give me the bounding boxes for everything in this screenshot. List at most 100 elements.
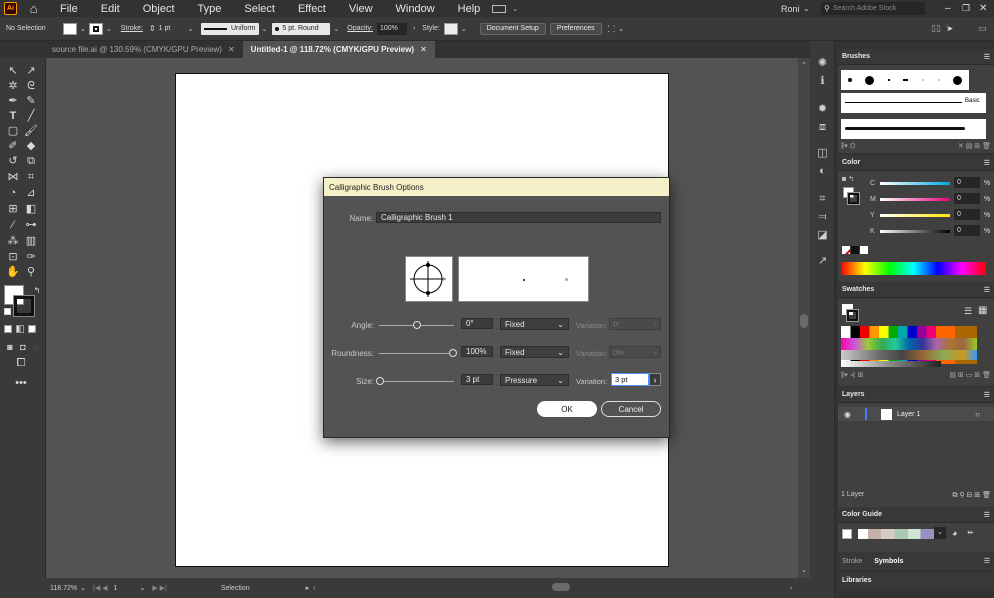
opacity-label[interactable]: Opacity: xyxy=(347,25,373,32)
last-artboard-icon[interactable]: ▶ ▶| xyxy=(152,584,167,592)
brush-preset-light[interactable] xyxy=(922,79,925,81)
white-swatch[interactable] xyxy=(860,246,868,254)
yellow-value[interactable]: 0 xyxy=(954,209,980,220)
blend-tool-icon[interactable]: ⊶ xyxy=(24,218,38,232)
swatch-grid-row-3[interactable] xyxy=(841,350,977,360)
black-swatch[interactable] xyxy=(851,246,859,254)
search-input[interactable]: Search Adobe Stock xyxy=(833,5,896,12)
panel-title[interactable]: Layers xyxy=(842,391,865,398)
panel-menu-icon[interactable]: ☰ xyxy=(984,286,990,294)
basic-brush-row[interactable]: Basic xyxy=(841,93,986,113)
close-tab-icon[interactable]: ✕ xyxy=(420,45,427,54)
column-graph-tool-icon[interactable]: ▥ xyxy=(24,234,38,248)
menu-select[interactable]: Select xyxy=(244,3,275,15)
roundness-mode-select[interactable]: Fixed ⌄ xyxy=(500,346,569,358)
chevron-down-icon[interactable]: ⌄ xyxy=(80,584,86,592)
chevron-down-icon[interactable]: ⌄ xyxy=(139,584,145,592)
first-artboard-icon[interactable]: |◀ ◀ xyxy=(93,584,108,592)
hand-tool-icon[interactable]: ✋ xyxy=(6,265,20,279)
roundness-slider-track[interactable] xyxy=(379,353,454,354)
panel-title[interactable]: Brushes xyxy=(842,53,870,60)
pen-tool-icon[interactable]: ✒ xyxy=(6,94,20,108)
user-chevron-icon[interactable]: ⌄ xyxy=(803,4,810,13)
minimize-icon[interactable]: – xyxy=(945,3,951,14)
appearance-icon[interactable]: ◐ xyxy=(816,165,829,178)
grid-view-icon[interactable]: ▦ xyxy=(978,305,987,316)
brush-preset-round[interactable] xyxy=(953,75,963,85)
panel-menu-icon[interactable]: ☰ xyxy=(984,159,990,167)
status-menu-icon[interactable]: ▸ xyxy=(306,584,310,592)
magenta-slider[interactable] xyxy=(880,198,950,201)
layer-actions-icon[interactable]: ⧉ ⚲ ⊟ ⊞ 🗑 xyxy=(952,491,991,500)
color-mode-icon[interactable] xyxy=(4,325,12,333)
panel-title[interactable]: Color xyxy=(842,159,860,166)
more-tools-icon[interactable]: ••• xyxy=(14,376,28,390)
size-variation-slider-button[interactable]: › xyxy=(649,373,661,386)
line-tool-icon[interactable]: ╱ xyxy=(24,109,38,123)
color-stroke-swatch[interactable] xyxy=(847,192,860,205)
panel-menu-icon[interactable]: ☰ xyxy=(984,53,990,61)
brush-libraries-icon[interactable]: ⫼▾ ⌬ xyxy=(841,142,856,151)
preferences-button[interactable]: Preferences xyxy=(549,22,602,35)
menu-edit[interactable]: Edit xyxy=(101,3,120,15)
scroll-down-icon[interactable]: ⌄ xyxy=(801,566,807,574)
cyan-value[interactable]: 0 xyxy=(954,177,980,188)
color-wheel-icon[interactable]: ✹ xyxy=(816,103,829,116)
draw-inside-icon[interactable]: ◌ xyxy=(29,340,43,354)
mesh-tool-icon[interactable]: ⊞ xyxy=(6,202,20,216)
panel-menu-icon[interactable]: ☰ xyxy=(984,391,990,399)
none-mode-icon[interactable] xyxy=(28,325,36,333)
panel-title[interactable]: Color Guide xyxy=(842,511,882,518)
tab-source-file[interactable]: source file.ai @ 130.59% (CMYK/GPU Previ… xyxy=(44,41,243,58)
brush-preset-light-2[interactable] xyxy=(937,79,940,81)
zoom-level[interactable]: 118.72% xyxy=(50,585,77,592)
panel-title[interactable]: Swatches xyxy=(842,286,874,293)
scroll-right-icon[interactable]: › xyxy=(790,585,792,592)
info-icon[interactable]: ℹ xyxy=(816,75,829,88)
default-colors-icon[interactable] xyxy=(4,308,11,315)
black-slider[interactable] xyxy=(880,230,950,233)
image-trace-icon[interactable]: ⧈ xyxy=(816,121,829,134)
layer-name[interactable]: Layer 1 xyxy=(897,411,920,418)
pathfinder-icon[interactable]: ◪ xyxy=(816,229,829,242)
perspective-grid-tool-icon[interactable]: ⊿ xyxy=(24,186,38,200)
brush-actions-icon[interactable]: ✕ ▤ ⊞ 🗑 xyxy=(958,142,991,151)
chevron-down-icon[interactable]: ⌄ xyxy=(262,25,268,33)
swatch-grid-row-2[interactable] xyxy=(841,338,977,350)
screen-mode-icon[interactable]: ⧠ xyxy=(14,356,28,370)
gradient-tool-icon[interactable]: ◧ xyxy=(24,202,38,216)
artboard-tool-icon[interactable]: ⊡ xyxy=(6,250,20,264)
base-color-swatch[interactable] xyxy=(842,529,852,539)
chevron-down-icon[interactable]: ⌄ xyxy=(188,25,194,33)
transform-icon[interactable]: ⸬ xyxy=(608,22,615,35)
color-wheel-icon[interactable]: ◕ xyxy=(952,528,957,538)
none-swatch-icon[interactable] xyxy=(842,246,850,254)
arrange-icon[interactable]: ▯▯ xyxy=(931,23,941,34)
size-mode-select[interactable]: Pressure ⌄ xyxy=(500,374,569,386)
angle-slider-knob[interactable] xyxy=(413,321,421,329)
magic-wand-tool-icon[interactable]: ✲ xyxy=(6,79,20,93)
brush-preset-tiny[interactable] xyxy=(887,79,890,81)
chevron-down-icon[interactable]: ⌄ xyxy=(333,25,339,33)
chevron-down-icon[interactable]: ⌄ xyxy=(106,25,112,33)
zoom-tool-icon[interactable]: ⚲ xyxy=(24,265,38,279)
close-icon[interactable]: ✕ xyxy=(979,3,987,14)
brush-shape-preview[interactable] xyxy=(405,256,453,302)
lasso-tool-icon[interactable]: ᘓ xyxy=(24,79,38,93)
graphic-style-swatch[interactable] xyxy=(443,22,458,35)
variable-width-profile[interactable]: Uniform xyxy=(200,22,259,35)
opacity-field[interactable]: 100% xyxy=(376,22,407,35)
scale-tool-icon[interactable]: ⧉ xyxy=(24,154,38,168)
swatch-actions-icon[interactable]: ▤ ⊞ ▭ ⊞ 🗑 xyxy=(949,371,991,380)
document-setup-button[interactable]: Document Setup xyxy=(479,22,546,35)
shaper-tool-icon[interactable]: ✐ xyxy=(6,139,20,153)
brush-name-input[interactable]: Calligraphic Brush 1 xyxy=(376,212,661,223)
type-tool-icon[interactable]: T xyxy=(6,109,20,123)
stroke-swatch[interactable] xyxy=(88,22,103,35)
horizontal-scrollbar-thumb[interactable] xyxy=(552,583,570,591)
chevron-down-icon[interactable]: ⌄ xyxy=(461,25,467,33)
angle-mode-select[interactable]: Fixed ⌄ xyxy=(500,318,569,330)
stepper-icon[interactable]: ⇕ xyxy=(149,24,156,33)
color-spectrum[interactable] xyxy=(841,262,986,275)
swatch-library-icon[interactable]: ⫼▾ ⊰ ⊞ xyxy=(841,371,863,380)
